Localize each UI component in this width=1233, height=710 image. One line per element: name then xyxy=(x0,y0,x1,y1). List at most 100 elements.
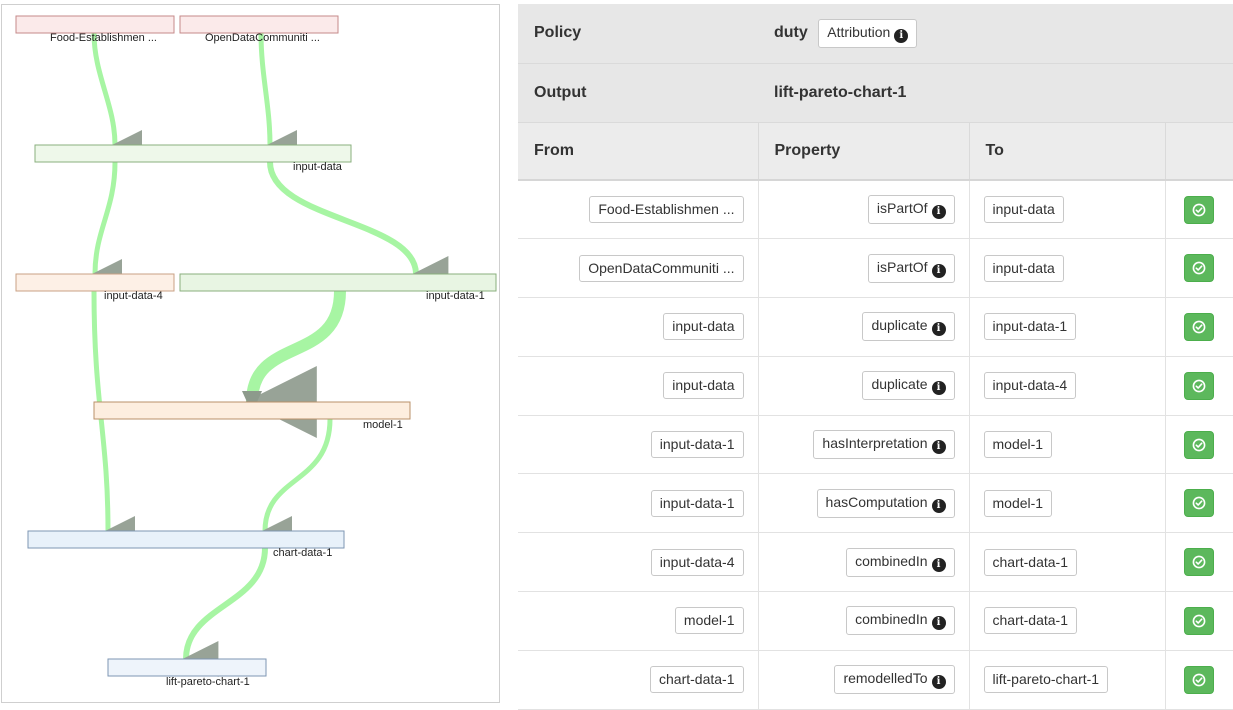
to-entity[interactable]: input-data xyxy=(983,196,1064,224)
table-row: model-1 combinedIn i chart-data-1 xyxy=(518,591,1233,651)
info-circle-icon[interactable]: i xyxy=(931,381,946,396)
check-circle-icon xyxy=(1192,379,1206,393)
to-cell: lift-pareto-chart-1 xyxy=(968,650,1165,710)
from-entity[interactable]: OpenDataCommuniti ... xyxy=(579,254,744,282)
property-badge[interactable]: combinedIn i xyxy=(846,547,955,577)
to-entity[interactable]: chart-data-1 xyxy=(983,548,1077,576)
graph-node-chart-data-1[interactable] xyxy=(27,530,345,549)
graph-node-input-data[interactable] xyxy=(34,144,352,163)
attribution-badge[interactable]: Attribution i xyxy=(818,18,918,48)
graph-edge xyxy=(91,30,143,160)
from-cell: input-data xyxy=(518,297,758,357)
check-circle-icon xyxy=(1192,320,1206,334)
output-label: Output xyxy=(518,63,758,123)
from-entity[interactable]: input-data xyxy=(663,372,744,400)
from-entity[interactable]: input-data-4 xyxy=(650,548,744,576)
approve-button[interactable] xyxy=(1184,665,1215,694)
to-entity[interactable]: input-data xyxy=(983,254,1064,282)
graph-node-model-1[interactable] xyxy=(93,401,411,420)
property-badge[interactable]: remodelledTo i xyxy=(834,665,955,695)
info-circle-icon[interactable]: i xyxy=(931,263,946,278)
property-label: isPartOf xyxy=(876,200,928,217)
from-entity[interactable]: chart-data-1 xyxy=(650,666,744,694)
check-circle-icon xyxy=(1192,438,1206,451)
to-entity[interactable]: lift-pareto-chart-1 xyxy=(983,666,1109,694)
info-circle-icon[interactable]: i xyxy=(931,557,946,572)
table-row: OpenDataCommuniti ... isPartOf i input-data xyxy=(518,238,1233,299)
from-entity[interactable]: input-data-1 xyxy=(650,489,744,517)
from-cell: input-data-1 xyxy=(518,415,758,475)
property-badge[interactable]: isPartOf i xyxy=(867,253,955,283)
approve-button[interactable] xyxy=(1184,606,1215,635)
to-entity[interactable]: model-1 xyxy=(983,431,1053,459)
property-badge[interactable]: duplicate i xyxy=(862,371,955,401)
info-circle-icon[interactable]: i xyxy=(931,498,946,513)
to-cell: input-data-4 xyxy=(968,356,1165,416)
graph-node-label: input-data-1 xyxy=(426,290,485,302)
approve-button[interactable] xyxy=(1184,195,1215,224)
property-label: combinedIn xyxy=(855,611,928,628)
from-entity[interactable]: input-data xyxy=(663,313,744,341)
from-entity[interactable]: input-data-1 xyxy=(650,431,744,459)
provenance-graph-panel: Food-Establishmen ... OpenDataCommuniti .… xyxy=(1,4,500,703)
property-cell: hasInterpretation i xyxy=(757,415,969,475)
info-circle-icon[interactable]: i xyxy=(931,205,946,220)
policy-value: duty Attribution i xyxy=(758,4,1233,64)
property-badge[interactable]: combinedIn i xyxy=(846,606,955,636)
graph-node-odc[interactable] xyxy=(179,15,339,34)
to-cell: model-1 xyxy=(968,415,1165,475)
from-entity[interactable]: Food-Establishmen ... xyxy=(589,196,744,224)
property-cell: duplicate i xyxy=(757,356,969,416)
approve-button[interactable] xyxy=(1184,489,1215,518)
property-cell: combinedIn i xyxy=(757,532,969,593)
table-row: chart-data-1 remodelledTo i lift-pareto-cha… xyxy=(518,650,1233,710)
action-cell xyxy=(1164,415,1233,475)
attribution-label: Attribution xyxy=(827,23,891,40)
graph-node-lift-pareto-chart-1[interactable] xyxy=(107,658,267,677)
property-label: duplicate xyxy=(871,317,928,334)
property-label: isPartOf xyxy=(876,258,928,275)
approve-button[interactable] xyxy=(1184,312,1215,341)
graph-node-food[interactable] xyxy=(15,15,175,34)
to-cell: chart-data-1 xyxy=(968,591,1165,651)
to-entity[interactable]: chart-data-1 xyxy=(983,607,1077,635)
property-badge[interactable]: duplicate i xyxy=(862,312,955,342)
graph-node-label: input-data-4 xyxy=(104,290,163,302)
graph-edge xyxy=(267,159,449,292)
to-entity[interactable]: model-1 xyxy=(983,489,1053,517)
approve-button[interactable] xyxy=(1184,430,1215,459)
from-cell: input-data-1 xyxy=(518,473,758,534)
info-circle-icon[interactable]: i xyxy=(931,675,946,690)
approve-button[interactable] xyxy=(1184,371,1215,400)
property-badge[interactable]: isPartOf i xyxy=(867,195,955,225)
property-label: hasComputation xyxy=(825,493,928,510)
property-cell: hasComputation i xyxy=(757,473,969,534)
header-from: From xyxy=(518,122,758,181)
approve-button[interactable] xyxy=(1184,254,1215,283)
graph-edge xyxy=(244,285,346,439)
info-circle-icon[interactable]: i xyxy=(931,322,946,337)
graph-node-input-data-1[interactable] xyxy=(179,273,497,292)
policy-row: Policy duty Attribution i xyxy=(518,4,1233,64)
to-entity[interactable]: input-data-4 xyxy=(983,372,1077,400)
property-badge[interactable]: hasInterpretation i xyxy=(813,430,955,460)
check-circle-icon xyxy=(1192,673,1206,687)
output-value: lift-pareto-chart-1 xyxy=(758,63,1233,123)
graph-edge xyxy=(182,545,268,678)
graph-node-label: chart-data-1 xyxy=(273,547,333,559)
property-badge[interactable]: hasComputation i xyxy=(816,488,955,518)
info-circle-icon[interactable]: i xyxy=(931,440,946,455)
info-circle-icon[interactable]: i xyxy=(931,616,946,631)
action-cell xyxy=(1164,356,1233,416)
approve-button[interactable] xyxy=(1184,548,1215,577)
info-circle-icon[interactable]: i xyxy=(894,28,909,43)
check-circle-icon xyxy=(1192,203,1206,217)
graph-node-label: model-1 xyxy=(363,419,403,431)
check-circle-icon xyxy=(1192,261,1206,275)
to-entity[interactable]: input-data-1 xyxy=(983,313,1077,341)
policy-label: Policy xyxy=(518,4,758,64)
check-circle-icon xyxy=(1192,614,1206,628)
header-action xyxy=(1164,122,1233,181)
graph-node-input-data-4[interactable] xyxy=(15,273,175,292)
from-entity[interactable]: model-1 xyxy=(674,607,744,635)
